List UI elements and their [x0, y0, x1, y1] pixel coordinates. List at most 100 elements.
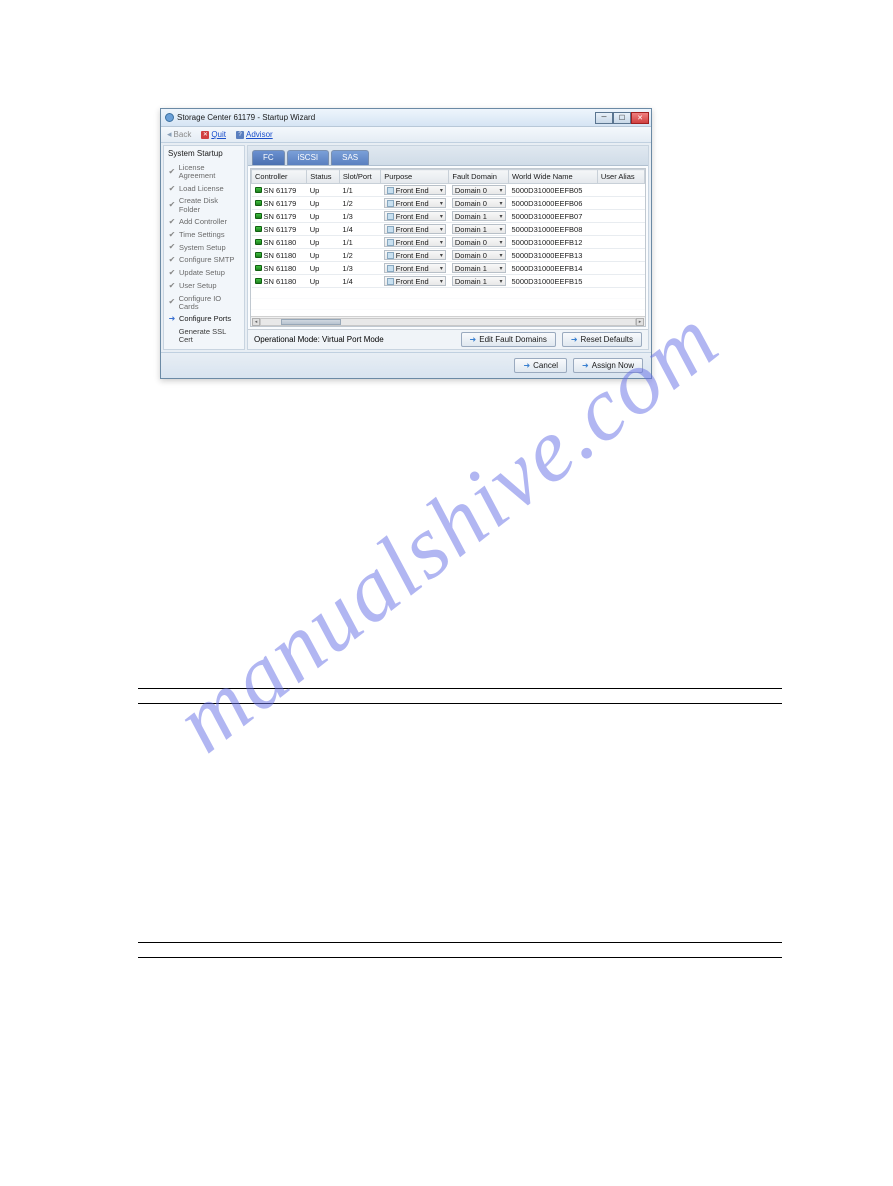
purpose-cell[interactable]: Front End▾: [381, 223, 449, 236]
grid-empty-area: [251, 288, 645, 316]
checkmark-icon: ✔: [168, 168, 176, 177]
maximize-button[interactable]: ☐: [613, 112, 631, 124]
port-icon: [387, 239, 394, 246]
user-alias-cell[interactable]: [597, 262, 644, 275]
status-cell: Up: [307, 275, 340, 288]
mode-row: Operational Mode: Virtual Port Mode ➜ Ed…: [248, 329, 648, 349]
scroll-left-icon[interactable]: ◂: [252, 318, 260, 326]
chevron-down-icon: ▾: [440, 226, 443, 233]
column-header[interactable]: User Alias: [597, 170, 644, 184]
tab-iscsi[interactable]: iSCSI: [287, 150, 329, 165]
table-row[interactable]: SN 61180Up1/3Front End▾Domain 1▾5000D310…: [252, 262, 645, 275]
assign-now-button[interactable]: ➜ Assign Now: [573, 358, 643, 373]
purpose-value: Front End: [396, 264, 438, 273]
user-alias-cell[interactable]: [597, 249, 644, 262]
fault-domain-cell[interactable]: Domain 1▾: [449, 223, 509, 236]
column-header[interactable]: Controller: [252, 170, 307, 184]
fault-domain-cell[interactable]: Domain 0▾: [449, 236, 509, 249]
close-button[interactable]: ✕: [631, 112, 649, 124]
column-header[interactable]: Purpose: [381, 170, 449, 184]
table-row[interactable]: SN 61179Up1/1Front End▾Domain 0▾5000D310…: [252, 184, 645, 197]
controller-cell: SN 61180: [252, 236, 307, 249]
status-led-icon: [255, 239, 262, 245]
status-cell: Up: [307, 262, 340, 275]
user-alias-cell[interactable]: [597, 197, 644, 210]
fault-domain-cell[interactable]: Domain 0▾: [449, 197, 509, 210]
tab-fc[interactable]: FC: [252, 150, 285, 165]
purpose-cell[interactable]: Front End▾: [381, 236, 449, 249]
purpose-value: Front End: [396, 277, 438, 286]
horizontal-scrollbar[interactable]: ◂ ▸: [251, 316, 645, 326]
status-cell: Up: [307, 210, 340, 223]
fault-domain-cell[interactable]: Domain 1▾: [449, 210, 509, 223]
scroll-thumb[interactable]: [281, 319, 341, 325]
user-alias-cell[interactable]: [597, 184, 644, 197]
fault-domain-cell[interactable]: Domain 1▾: [449, 262, 509, 275]
chevron-down-icon: ▾: [440, 213, 443, 220]
fault-domain-value: Domain 0: [455, 186, 498, 195]
table-row[interactable]: SN 61179Up1/2Front End▾Domain 0▾5000D310…: [252, 197, 645, 210]
fault-domain-value: Domain 0: [455, 251, 498, 260]
doc-rule-group-2: [138, 938, 782, 962]
wizard-step[interactable]: ✔Add Controller: [168, 216, 240, 229]
user-alias-cell[interactable]: [597, 210, 644, 223]
fault-domain-value: Domain 1: [455, 264, 498, 273]
table-row[interactable]: SN 61180Up1/2Front End▾Domain 0▾5000D310…: [252, 249, 645, 262]
minimize-button[interactable]: ─: [595, 112, 613, 124]
purpose-cell[interactable]: Front End▾: [381, 197, 449, 210]
wizard-step[interactable]: ✔Generate SSL Cert: [168, 326, 240, 347]
back-arrow-icon: ◂: [167, 129, 172, 140]
port-icon: [387, 252, 394, 259]
status-led-icon: [255, 278, 262, 284]
purpose-cell[interactable]: Front End▾: [381, 184, 449, 197]
arrow-right-icon: ➜: [571, 335, 578, 344]
column-header[interactable]: Slot/Port: [339, 170, 380, 184]
tab-sas[interactable]: SAS: [331, 150, 369, 165]
wizard-step[interactable]: ✔Configure SMTP: [168, 254, 240, 267]
table-row[interactable]: SN 61180Up1/1Front End▾Domain 0▾5000D310…: [252, 236, 645, 249]
fault-domain-value: Domain 1: [455, 225, 498, 234]
fault-domain-cell[interactable]: Domain 1▾: [449, 275, 509, 288]
scroll-track[interactable]: [260, 318, 636, 326]
quit-button[interactable]: ✕ Quit: [201, 130, 226, 139]
reset-defaults-button[interactable]: ➜ Reset Defaults: [562, 332, 642, 347]
purpose-cell[interactable]: Front End▾: [381, 275, 449, 288]
user-alias-cell[interactable]: [597, 236, 644, 249]
window-title: Storage Center 61179 - Startup Wizard: [177, 113, 315, 122]
wizard-step-label: Configure IO Cards: [179, 295, 240, 312]
column-header[interactable]: World Wide Name: [509, 170, 598, 184]
wizard-step[interactable]: ✔Time Settings: [168, 229, 240, 242]
user-alias-cell[interactable]: [597, 275, 644, 288]
controller-name: SN 61180: [264, 251, 297, 260]
fault-domain-cell[interactable]: Domain 0▾: [449, 184, 509, 197]
back-button[interactable]: ◂ Back: [167, 129, 191, 140]
back-label: Back: [174, 130, 192, 139]
wizard-step[interactable]: ✔User Setup: [168, 280, 240, 293]
wizard-step[interactable]: ✔Update Setup: [168, 267, 240, 280]
status-cell: Up: [307, 223, 340, 236]
wizard-step-label: Load License: [179, 185, 224, 193]
column-header[interactable]: Fault Domain: [449, 170, 509, 184]
table-row[interactable]: SN 61179Up1/3Front End▾Domain 1▾5000D310…: [252, 210, 645, 223]
scroll-right-icon[interactable]: ▸: [636, 318, 644, 326]
wizard-step[interactable]: ➜Configure Ports: [168, 313, 240, 326]
edit-fault-domains-button[interactable]: ➜ Edit Fault Domains: [461, 332, 556, 347]
table-row[interactable]: SN 61179Up1/4Front End▾Domain 1▾5000D310…: [252, 223, 645, 236]
wizard-step[interactable]: ✔License Agreement: [168, 162, 240, 183]
column-header[interactable]: Status: [307, 170, 340, 184]
wizard-step[interactable]: ✔Configure IO Cards: [168, 293, 240, 314]
wizard-step[interactable]: ✔Create Disk Folder: [168, 195, 240, 216]
purpose-cell[interactable]: Front End▾: [381, 262, 449, 275]
purpose-cell[interactable]: Front End▾: [381, 210, 449, 223]
fault-domain-cell[interactable]: Domain 0▾: [449, 249, 509, 262]
advisor-button[interactable]: ? Advisor: [236, 130, 273, 139]
chevron-down-icon: ▾: [440, 239, 443, 246]
cancel-button[interactable]: ➜ Cancel: [514, 358, 567, 373]
table-row[interactable]: SN 61180Up1/4Front End▾Domain 1▾5000D310…: [252, 275, 645, 288]
checkmark-icon: ✔: [168, 282, 176, 291]
wizard-step[interactable]: ✔System Setup: [168, 241, 240, 254]
status-led-icon: [255, 187, 262, 193]
purpose-cell[interactable]: Front End▾: [381, 249, 449, 262]
wizard-step[interactable]: ✔Load License: [168, 183, 240, 196]
user-alias-cell[interactable]: [597, 223, 644, 236]
